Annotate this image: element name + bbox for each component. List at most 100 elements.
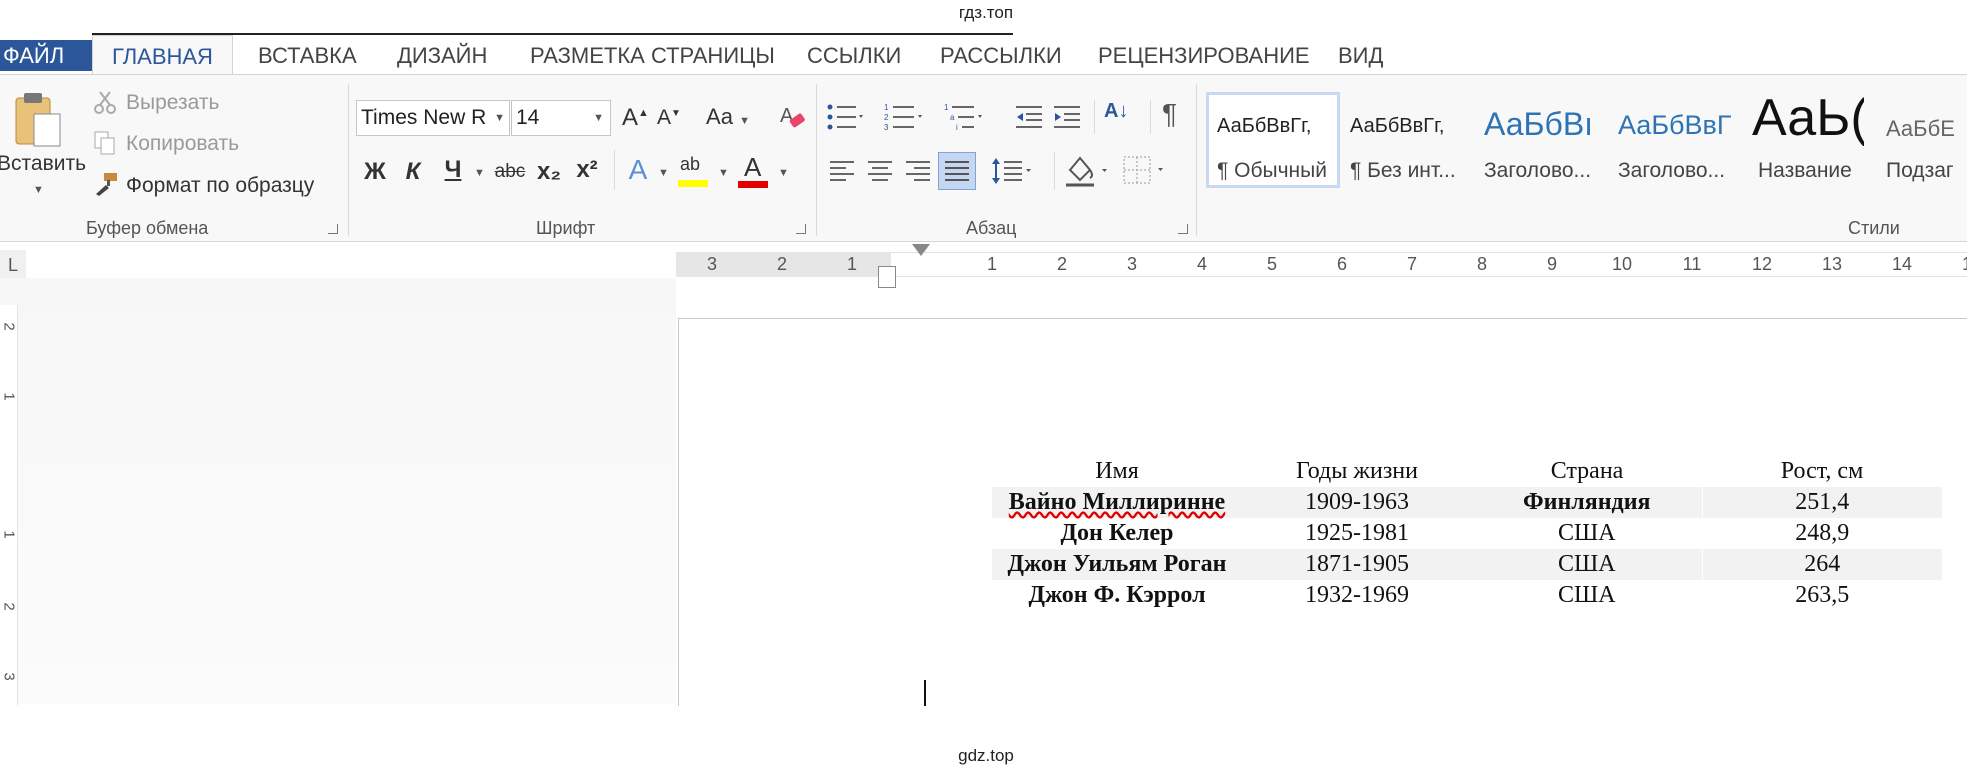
- font-family-dropdown-icon[interactable]: ▼: [494, 101, 505, 135]
- superscript-button[interactable]: x²: [572, 156, 602, 184]
- align-center-icon[interactable]: [866, 158, 894, 184]
- svg-text:a: a: [950, 113, 955, 122]
- tab-references[interactable]: ССЫЛКИ: [807, 40, 901, 71]
- cut-button[interactable]: Вырезать: [126, 91, 219, 115]
- ruler-number: 10: [1611, 254, 1633, 274]
- cell-years[interactable]: 1932-1969: [1242, 580, 1472, 611]
- ruler-number: 9: [1546, 254, 1557, 274]
- ruler-number: 11: [1682, 254, 1702, 274]
- style-name: ¶ Без инт...: [1350, 159, 1456, 182]
- style-sample: АаБбВвГг,: [1350, 115, 1445, 137]
- subscript-button[interactable]: x₂: [534, 158, 564, 186]
- italic-button[interactable]: К: [400, 158, 426, 186]
- group-separator: [816, 84, 817, 236]
- cell-years[interactable]: 1925-1981: [1242, 518, 1472, 549]
- table-row: Джон Ф. Кэррол 1932-1969 США 263,5: [992, 580, 1942, 611]
- header-height: Рост, см: [1780, 458, 1864, 484]
- paragraph-divider: [1054, 152, 1055, 190]
- borders-icon[interactable]: [1122, 154, 1172, 186]
- tab-file[interactable]: ФАЙЛ: [0, 40, 92, 71]
- vertical-ruler-number: 1: [0, 530, 18, 539]
- numbering-icon[interactable]: 123: [884, 102, 928, 132]
- cell-name[interactable]: Джон Уильям Роган: [992, 549, 1242, 580]
- copy-button[interactable]: Копировать: [126, 132, 239, 156]
- tab-selector[interactable]: L: [0, 250, 26, 280]
- align-right-icon[interactable]: [904, 158, 932, 184]
- style-name: ¶ Обычный: [1217, 159, 1327, 182]
- tab-review[interactable]: РЕЦЕНЗИРОВАНИЕ: [1098, 40, 1310, 71]
- cell-years[interactable]: 1871-1905: [1242, 549, 1472, 580]
- vertical-ruler[interactable]: [0, 305, 18, 705]
- strikethrough-button[interactable]: abc: [492, 161, 528, 183]
- header-years: Годы жизни: [1295, 458, 1418, 484]
- cell-height[interactable]: 264: [1701, 549, 1942, 580]
- text-effects-dropdown-icon[interactable]: ▼: [658, 167, 669, 179]
- line-spacing-icon[interactable]: [990, 156, 1038, 186]
- underline-dropdown-icon[interactable]: ▼: [474, 167, 485, 179]
- align-left-icon[interactable]: [828, 158, 856, 184]
- clipboard-launcher-icon[interactable]: [328, 224, 338, 234]
- cell-years[interactable]: 1909-1963: [1242, 487, 1472, 518]
- highlight-dropdown-icon[interactable]: ▼: [718, 167, 729, 179]
- cell-height[interactable]: 263,5: [1701, 580, 1942, 611]
- data-table[interactable]: Имя Годы жизни Страна Рост, см Вайно Мил…: [992, 456, 1942, 611]
- tab-home[interactable]: ГЛАВНАЯ: [92, 35, 233, 74]
- style-no-spacing[interactable]: АаБбВвГг, ¶ Без инт...: [1344, 92, 1474, 188]
- cell-country[interactable]: США: [1472, 580, 1702, 611]
- font-family-select[interactable]: Times New R ▼: [356, 100, 510, 136]
- first-line-indent-marker[interactable]: [912, 244, 930, 256]
- cell-country[interactable]: Финляндия: [1472, 487, 1702, 518]
- shrink-font-icon[interactable]: A▼: [656, 106, 682, 130]
- sort-icon[interactable]: А↓: [1104, 100, 1128, 123]
- font-color-icon[interactable]: A: [738, 152, 770, 190]
- multilevel-list-icon[interactable]: 1ai: [944, 102, 988, 132]
- clear-formatting-icon[interactable]: A: [778, 102, 806, 132]
- tab-insert[interactable]: ВСТАВКА: [258, 40, 357, 71]
- style-heading-2[interactable]: АаБбВвГ Заголово...: [1614, 92, 1744, 188]
- tab-mailings[interactable]: РАССЫЛКИ: [940, 40, 1062, 71]
- cell-name[interactable]: Вайно Миллиринне: [992, 487, 1242, 518]
- cell-name[interactable]: Дон Келер: [992, 518, 1242, 549]
- font-divider: [614, 150, 615, 190]
- paragraph-launcher-icon[interactable]: [1178, 224, 1188, 234]
- text-cursor: [924, 680, 926, 706]
- change-case-button[interactable]: Aa ▼: [704, 104, 752, 130]
- justify-button[interactable]: [938, 152, 976, 190]
- font-launcher-icon[interactable]: [796, 224, 806, 234]
- cell-country[interactable]: США: [1472, 549, 1702, 580]
- text-effects-icon[interactable]: A: [624, 154, 652, 186]
- style-normal[interactable]: АаБбВвГг, ¶ Обычный: [1206, 92, 1340, 188]
- paste-button[interactable]: Вставить: [0, 152, 86, 176]
- bullets-icon[interactable]: [826, 102, 866, 132]
- ruler-number: 2: [776, 254, 787, 274]
- tab-view[interactable]: ВИД: [1338, 40, 1383, 71]
- highlight-icon[interactable]: ab: [678, 154, 712, 190]
- cell-country[interactable]: США: [1472, 518, 1702, 549]
- format-painter-button[interactable]: Формат по образцу: [126, 174, 314, 198]
- paste-icon[interactable]: [14, 90, 62, 150]
- tab-design[interactable]: ДИЗАЙН: [397, 40, 487, 71]
- cell-name[interactable]: Джон Ф. Кэррол: [992, 580, 1242, 611]
- increase-indent-icon[interactable]: [1052, 104, 1082, 130]
- style-subtitle[interactable]: АаБбЕ Подзаг: [1882, 92, 1967, 188]
- hanging-indent-marker[interactable]: [878, 266, 896, 288]
- font-size-dropdown-icon[interactable]: ▼: [593, 101, 604, 135]
- cell-height[interactable]: 251,4: [1701, 487, 1942, 518]
- shading-icon[interactable]: [1064, 154, 1114, 188]
- ruler-number: 8: [1476, 254, 1487, 274]
- tab-layout[interactable]: РАЗМЕТКА СТРАНИЦЫ: [530, 40, 775, 71]
- grow-font-icon[interactable]: A▲: [622, 104, 649, 132]
- font-size-select[interactable]: 14 ▼: [511, 100, 611, 136]
- cell-height[interactable]: 248,9: [1701, 518, 1942, 549]
- font-color-dropdown-icon[interactable]: ▼: [778, 167, 789, 179]
- paragraph-group-label: Абзац: [966, 218, 1017, 238]
- paste-dropdown-icon[interactable]: ▼: [33, 184, 44, 196]
- show-formatting-icon[interactable]: ¶: [1162, 98, 1177, 130]
- underline-button[interactable]: Ч: [440, 156, 466, 184]
- style-heading-1[interactable]: АаБбВı Заголово...: [1478, 92, 1610, 188]
- decrease-indent-icon[interactable]: [1014, 104, 1044, 130]
- ruler-number: 15: [1961, 254, 1967, 274]
- bold-button[interactable]: Ж: [362, 158, 388, 186]
- svg-text:1: 1: [944, 103, 949, 112]
- style-title[interactable]: АаЬ( Название: [1748, 89, 1878, 188]
